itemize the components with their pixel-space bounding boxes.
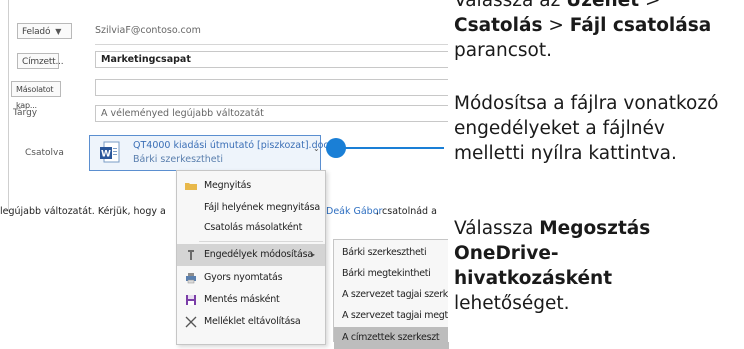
subject-field[interactable]: A véleményed legújabb változatát <box>95 105 449 122</box>
cc-field[interactable] <box>95 79 449 96</box>
divider <box>95 44 449 45</box>
menu-item-quick-print[interactable]: Gyors nyomtatás <box>177 267 325 289</box>
menu-item-label: Mentés másként <box>204 294 280 305</box>
callout-line <box>344 147 444 149</box>
folder-icon <box>185 183 197 190</box>
instruction-text: Válassza <box>454 218 540 239</box>
mention-link[interactable]: Deák Gábor <box>326 206 382 217</box>
submenu-item-org-view[interactable]: A szervezet tagjai megtek <box>334 305 459 327</box>
attachment-permission: Bárki szerkesztheti <box>133 154 223 165</box>
menu-item-label: Csatolás másolatként <box>204 222 303 233</box>
menu-item-label: Fájl helyének megnyitása <box>204 202 321 213</box>
menu-item-label: Melléklet eltávolítása <box>204 316 301 327</box>
submenu-item-label: A címzettek szerkeszt <box>342 332 440 343</box>
attachment-chip[interactable]: W QT4000 kiadási útmutató [piszkozat].do… <box>89 135 334 171</box>
callout-dot <box>326 138 346 158</box>
from-value: SzilviaF@contoso.com <box>95 25 201 36</box>
menu-item-label: Megnyitás <box>204 180 252 191</box>
submenu-item-recipients-edit[interactable]: A címzettek szerkeszt <box>334 327 449 349</box>
menu-item-label: Engedélyek módosítása <box>204 249 314 260</box>
instruction-text: parancsot. <box>454 40 553 61</box>
svg-text:W: W <box>101 150 111 160</box>
attachment-context-menu: Megnyitás Fájl helyének megnyitása Csato… <box>176 170 326 345</box>
menu-separator <box>199 241 323 242</box>
attached-label: Csatolva <box>25 148 64 158</box>
attachment-name[interactable]: QT4000 kiadási útmutató [piszkozat].docx <box>133 140 334 151</box>
submenu-item-org-edit[interactable]: A szervezet tagjai szerkesz <box>334 284 463 306</box>
instruction-bold: Csatolás <box>454 15 543 36</box>
submenu-item-anyone-view[interactable]: Bárki megtekintheti <box>334 263 449 285</box>
message-body-right: , csatolnád a <box>376 206 437 217</box>
instruction-text: > <box>639 0 661 11</box>
from-button[interactable]: Feladó ▼ <box>17 23 72 39</box>
instruction-step-1: Válassza az Üzenet > Csatolás > Fájl csa… <box>454 0 711 63</box>
submenu-item-label: A szervezet tagjai szerkesz <box>342 289 463 300</box>
instruction-bold: Üzenet <box>566 0 640 11</box>
menu-item-remove-attachment[interactable]: Melléklet eltávolítása <box>177 311 325 333</box>
word-document-icon: W <box>100 141 120 163</box>
attachment-dropdown-icon[interactable]: ⌄ <box>313 144 320 153</box>
menu-item-change-permissions[interactable]: Engedélyek módosítása ▸ <box>177 244 325 266</box>
outlook-compose-screenshot: Feladó ▼ SzilviaF@contoso.com Címzett... … <box>0 0 744 349</box>
save-icon <box>186 295 196 305</box>
menu-item-open[interactable]: Megnyitás <box>177 175 325 197</box>
instruction-bold: Fájl csatolása <box>569 15 712 36</box>
to-button[interactable]: Címzett... <box>17 53 64 69</box>
menu-item-save-as[interactable]: Mentés másként <box>177 289 325 311</box>
close-icon <box>185 316 197 328</box>
cc-button[interactable]: Másolatot kap... <box>11 81 61 110</box>
permissions-submenu: Bárki szerkesztheti Bárki megtekintheti … <box>333 239 463 349</box>
from-button-label: Feladó <box>22 27 51 37</box>
instruction-step-3: Válassza Megosztás OneDrive-hivatkozáské… <box>454 216 714 316</box>
submenu-item-label: Bárki szerkesztheti <box>342 247 427 258</box>
to-field[interactable]: Marketingcsapat <box>95 51 449 68</box>
submenu-item-anyone-edit[interactable]: Bárki szerkesztheti <box>334 242 449 264</box>
menu-item-open-location[interactable]: Fájl helyének megnyitása <box>177 197 325 219</box>
submenu-item-label: Bárki megtekintheti <box>342 268 431 279</box>
message-body-left: legújabb változatát. Kérjük, hogy a <box>0 206 166 217</box>
menu-item-partial <box>177 333 325 345</box>
instruction-panel: Válassza az Üzenet > Csatolás > Fájl csa… <box>448 0 744 342</box>
menu-item-attach-copy[interactable]: Csatolás másolatként <box>177 217 325 239</box>
chevron-down-icon: ▼ <box>55 27 62 36</box>
instruction-text: lehetőséget. <box>454 293 570 314</box>
permissions-icon <box>188 250 194 260</box>
instruction-text: Válassza az <box>454 0 567 11</box>
printer-icon <box>186 273 196 284</box>
submenu-arrow-icon: ▸ <box>311 250 316 259</box>
subject-label: Tárgy <box>13 108 38 118</box>
menu-item-label: Gyors nyomtatás <box>204 272 283 283</box>
instruction-step-2: Módosítsa a fájlra vonatkozó engedélyeke… <box>454 93 719 164</box>
instruction-text: > <box>542 15 570 36</box>
submenu-item-label: A szervezet tagjai megtek <box>342 310 459 321</box>
